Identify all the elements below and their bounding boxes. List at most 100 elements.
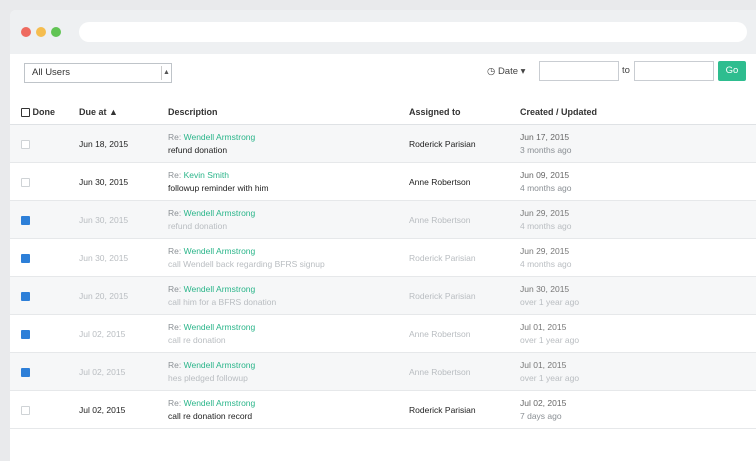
updated-ago: 7 days ago	[520, 410, 562, 421]
table-row: Jun 30, 2015 Re: Wendell Armstrong refun…	[10, 200, 756, 239]
updated-ago: 4 months ago	[520, 182, 572, 193]
task-note: refund donation	[168, 220, 228, 231]
task-note: refund donation	[168, 144, 228, 155]
created-date: Jul 01, 2015	[520, 359, 567, 370]
done-checkbox[interactable]	[21, 367, 30, 377]
due-date: Jun 30, 2015	[79, 214, 129, 225]
updated-ago: 3 months ago	[520, 144, 572, 155]
address-bar[interactable]	[79, 22, 747, 42]
assigned-to: Anne Robertson	[409, 328, 471, 339]
header-done-label: Done	[32, 106, 56, 117]
re-prefix: Re:	[168, 397, 182, 408]
header-description[interactable]: Description	[168, 100, 409, 125]
created-date: Jun 30, 2015	[520, 283, 570, 294]
task-note: call re donation	[168, 334, 226, 345]
due-date: Jun 30, 2015	[79, 252, 129, 263]
created-date: Jun 29, 2015	[520, 207, 570, 218]
due-date: Jul 02, 2015	[79, 366, 126, 377]
re-prefix: Re:	[168, 359, 182, 370]
assigned-to: Roderick Parisian	[409, 404, 476, 415]
date-from-input[interactable]	[539, 61, 619, 81]
assigned-to: Anne Robertson	[409, 176, 471, 187]
sort-ascending-icon: ▲	[109, 107, 118, 117]
task-note: call him for a BFRS donation	[168, 296, 277, 307]
contact-link[interactable]: Wendell Armstrong	[184, 246, 256, 256]
tasks-table-body: Jun 18, 2015 Re: Wendell Armstrong refun…	[10, 124, 756, 429]
select-arrows-icon: ▲	[161, 66, 171, 80]
table-row: Jun 30, 2015 Re: Kevin Smith followup re…	[10, 162, 756, 201]
contact-link[interactable]: Wendell Armstrong	[184, 284, 256, 294]
re-prefix: Re:	[168, 245, 182, 256]
user-filter-value: All Users	[32, 67, 71, 78]
header-due[interactable]: Due at ▲	[79, 100, 168, 125]
re-prefix: Re:	[168, 321, 182, 332]
assigned-to: Roderick Parisian	[409, 290, 476, 301]
due-date: Jun 30, 2015	[79, 176, 129, 187]
created-date: Jul 02, 2015	[520, 397, 567, 408]
updated-ago: over 1 year ago	[520, 296, 580, 307]
assigned-to: Roderick Parisian	[409, 138, 476, 149]
table-row: Jul 02, 2015 Re: Wendell Armstrong hes p…	[10, 352, 756, 391]
date-filter-label: Date	[497, 66, 519, 77]
table-row: Jul 02, 2015 Re: Wendell Armstrong call …	[10, 390, 756, 429]
table-row: Jun 30, 2015 Re: Wendell Armstrong call …	[10, 238, 756, 277]
tasks-page: All Users ▲ ◷ Date ▾ to Go Done Due at ▲…	[10, 54, 756, 461]
task-note: call re donation record	[168, 410, 253, 421]
header-created-updated[interactable]: Created / Updated	[520, 100, 756, 125]
date-to-input[interactable]	[634, 61, 714, 81]
re-prefix: Re:	[168, 283, 182, 294]
contact-link[interactable]: Kevin Smith	[184, 170, 229, 180]
header-assigned[interactable]: Assigned to	[409, 100, 520, 125]
maximize-window-button[interactable]	[51, 27, 61, 37]
done-checkbox[interactable]	[21, 329, 30, 339]
contact-link[interactable]: Wendell Armstrong	[184, 132, 256, 142]
assigned-to: Anne Robertson	[409, 366, 471, 377]
task-note: hes pledged followup	[168, 372, 248, 383]
updated-ago: over 1 year ago	[520, 372, 580, 383]
due-date: Jun 18, 2015	[79, 138, 129, 149]
close-window-button[interactable]	[21, 27, 31, 37]
done-checkbox[interactable]	[21, 139, 30, 149]
done-checkbox[interactable]	[21, 405, 30, 415]
due-date: Jul 02, 2015	[79, 404, 126, 415]
done-checkbox[interactable]	[21, 215, 30, 225]
created-date: Jun 29, 2015	[520, 245, 570, 256]
table-row: Jul 02, 2015 Re: Wendell Armstrong call …	[10, 314, 756, 353]
updated-ago: 4 months ago	[520, 258, 572, 269]
go-button[interactable]: Go	[718, 61, 746, 81]
tasks-table: Done Due at ▲ Description Assigned to Cr…	[10, 100, 756, 429]
contact-link[interactable]: Wendell Armstrong	[184, 360, 256, 370]
clock-icon: ◷	[487, 66, 496, 77]
task-note: call Wendell back regarding BFRS signup	[168, 258, 325, 269]
done-checkbox[interactable]	[21, 291, 30, 301]
date-to-label: to	[622, 65, 630, 76]
header-done[interactable]: Done	[10, 100, 79, 125]
contact-link[interactable]: Wendell Armstrong	[184, 208, 256, 218]
select-all-checkbox-icon	[21, 108, 30, 118]
re-prefix: Re:	[168, 169, 182, 180]
browser-titlebar	[10, 10, 756, 54]
task-note: followup reminder with him	[168, 182, 269, 193]
minimize-window-button[interactable]	[36, 27, 46, 37]
updated-ago: over 1 year ago	[520, 334, 580, 345]
table-header-row: Done Due at ▲ Description Assigned to Cr…	[10, 100, 756, 125]
date-filter-dropdown[interactable]: ◷ Date ▾	[487, 66, 525, 77]
due-date: Jun 20, 2015	[79, 290, 129, 301]
done-checkbox[interactable]	[21, 177, 30, 187]
table-row: Jun 18, 2015 Re: Wendell Armstrong refun…	[10, 124, 756, 163]
browser-window: All Users ▲ ◷ Date ▾ to Go Done Due at ▲…	[10, 10, 756, 461]
user-filter-select[interactable]: All Users ▲	[24, 63, 172, 83]
assigned-to: Anne Robertson	[409, 214, 471, 225]
header-due-label: Due at	[79, 107, 107, 117]
filter-toolbar: All Users ▲ ◷ Date ▾ to Go	[10, 54, 756, 100]
updated-ago: 4 months ago	[520, 220, 572, 231]
contact-link[interactable]: Wendell Armstrong	[184, 322, 256, 332]
re-prefix: Re:	[168, 131, 182, 142]
caret-down-icon: ▾	[520, 66, 526, 77]
table-row: Jun 20, 2015 Re: Wendell Armstrong call …	[10, 276, 756, 315]
done-checkbox[interactable]	[21, 253, 30, 263]
created-date: Jun 17, 2015	[520, 131, 570, 142]
created-date: Jul 01, 2015	[520, 321, 567, 332]
contact-link[interactable]: Wendell Armstrong	[184, 398, 256, 408]
re-prefix: Re:	[168, 207, 182, 218]
